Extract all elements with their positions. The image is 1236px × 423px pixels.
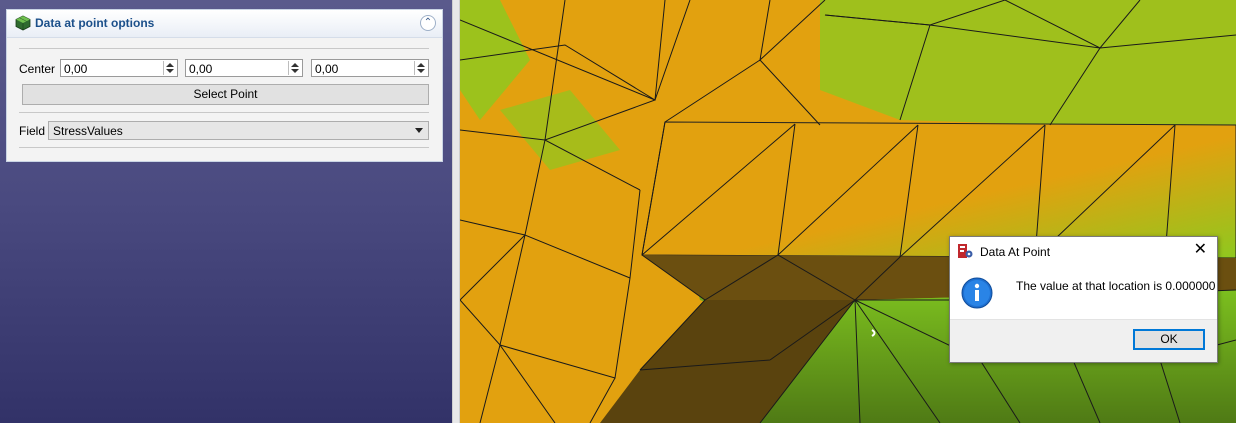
divider [19,147,429,148]
center-y-value: 0,00 [189,62,213,76]
field-dropdown-value: StressValues [53,124,123,138]
mesh-cube-icon [15,15,31,31]
center-x-spinbox[interactable]: 0,00 [60,59,178,77]
data-at-point-options-panel: Data at point options ⌃ Center 0,00 0,00… [6,9,443,162]
double-chevron-up-icon: ⌃ [423,17,433,28]
dialog-title: Data At Point [980,245,1051,259]
collapse-panel-button[interactable]: ⌃ [420,15,436,31]
dialog-titlebar[interactable]: Data At Point ✕ [950,237,1217,265]
divider [19,112,429,113]
spin-arrows[interactable] [163,61,176,75]
center-y-spinbox[interactable]: 0,00 [185,59,303,77]
dialog-footer: OK [950,319,1217,362]
ok-button[interactable]: OK [1133,329,1205,350]
freecad-app-icon [958,244,973,258]
center-z-value: 0,00 [315,62,339,76]
spin-up-icon[interactable] [291,63,299,67]
spin-up-icon[interactable] [166,63,174,67]
stress-zone [820,0,1236,125]
spin-down-icon[interactable] [291,69,299,73]
center-z-spinbox[interactable]: 0,00 [311,59,429,77]
center-label: Center [19,62,56,76]
info-icon [961,277,993,309]
field-label: Field [19,124,46,138]
divider [19,48,429,49]
chevron-down-icon [415,128,423,133]
data-at-point-dialog: Data At Point ✕ The value at that locati… [949,236,1218,363]
center-x-value: 0,00 [64,62,88,76]
panel-splitter[interactable] [452,0,460,423]
select-point-button[interactable]: Select Point [22,84,429,105]
dialog-message: The value at that location is 0.000000 [1016,279,1216,293]
spin-down-icon[interactable] [417,69,425,73]
spin-arrows[interactable] [288,61,301,75]
field-dropdown[interactable]: StressValues [48,121,429,140]
close-icon[interactable]: ✕ [1194,241,1207,259]
spin-down-icon[interactable] [166,69,174,73]
panel-header[interactable]: Data at point options ⌃ [7,10,442,38]
panel-title: Data at point options [35,16,155,30]
task-panel-area: Data at point options ⌃ Center 0,00 0,00… [0,0,452,423]
spin-up-icon[interactable] [417,63,425,67]
spin-arrows[interactable] [414,61,427,75]
